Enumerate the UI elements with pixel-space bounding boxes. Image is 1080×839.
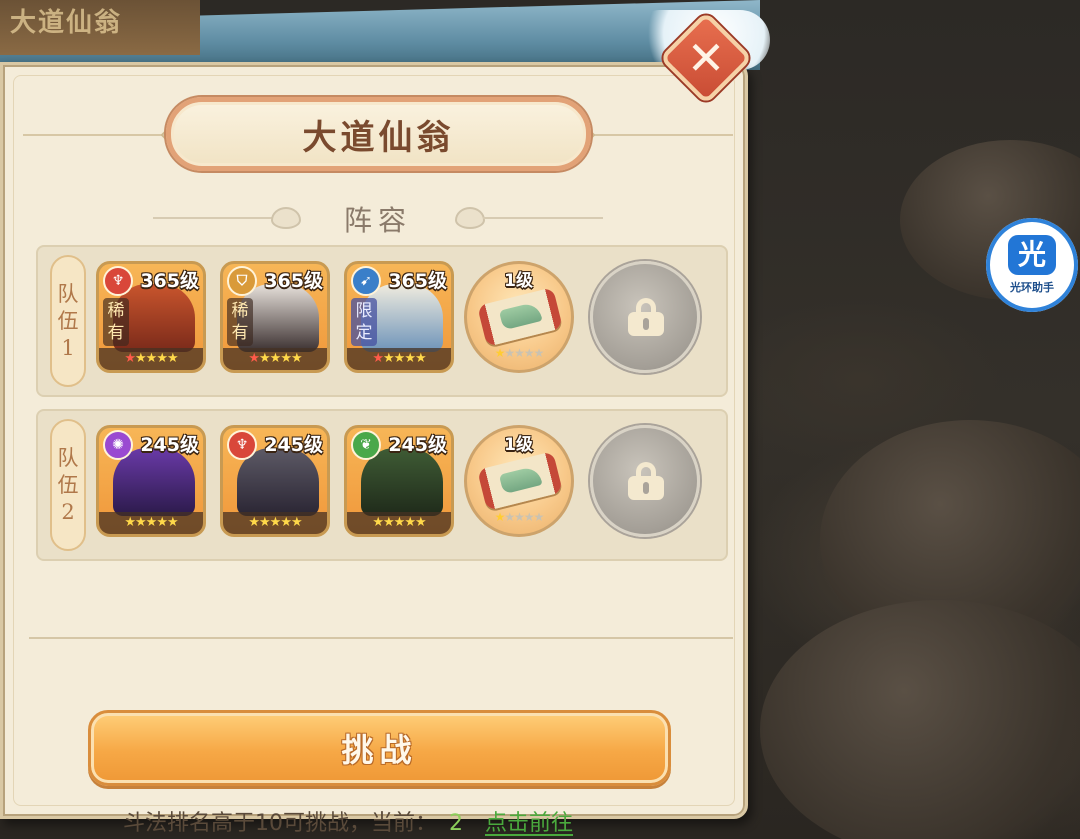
close-x-icon: ✕ bbox=[686, 31, 726, 85]
team-tag-char: 队 bbox=[57, 281, 79, 306]
hero-slot[interactable]: ♆ 245级 ★★★★★ bbox=[220, 425, 330, 537]
star-rating: ★★★★★ bbox=[223, 512, 327, 534]
requirement-text: 斗法排名高于10可挑战，当前： bbox=[123, 811, 437, 836]
star-rating: ★★★★★ bbox=[99, 348, 203, 370]
hero-slot[interactable]: ⛉ 365级 稀有 ★★★★★ bbox=[220, 261, 330, 373]
star-rating: ★★★★★ bbox=[223, 348, 327, 370]
title-line-right bbox=[583, 134, 733, 136]
go-to-link[interactable]: 点击前往 bbox=[485, 811, 573, 836]
background-banner-text: 大道仙翁 bbox=[10, 8, 123, 38]
challenge-button[interactable]: 挑战 bbox=[88, 710, 671, 786]
scroll-artifact-icon bbox=[477, 287, 563, 347]
lineup-dialog: 大道仙翁 阵容 队 伍 1 ♆ 365级 稀有 ★★★★★ ⛉ 365级 稀有 … bbox=[0, 62, 748, 836]
team-tag-number: 2 bbox=[61, 499, 75, 524]
floating-assistant-button[interactable]: 光 光环助手 bbox=[986, 218, 1078, 312]
assistant-logo-icon: 光 bbox=[1008, 235, 1056, 275]
star-rating: ★★★★★ bbox=[494, 346, 545, 360]
lock-icon bbox=[628, 298, 664, 336]
section-title: 阵容 bbox=[343, 204, 412, 237]
bow-element-icon: ➹ bbox=[351, 266, 381, 296]
scroll-artifact-icon bbox=[477, 451, 563, 511]
hero-slot[interactable]: ✺ 245级 ★★★★★ bbox=[96, 425, 206, 537]
shield-element-icon: ⛉ bbox=[227, 266, 257, 296]
artifact-slot[interactable]: 1级 ★★★★★ bbox=[464, 425, 574, 537]
locked-slot[interactable] bbox=[590, 261, 700, 373]
locked-slot[interactable] bbox=[590, 425, 700, 537]
hero-portrait bbox=[237, 448, 319, 516]
hero-level: 245级 bbox=[264, 434, 323, 456]
rarity-badge: 稀有 bbox=[227, 298, 253, 346]
team-tag-char: 伍 bbox=[57, 472, 79, 497]
star-rating: ★★★★★ bbox=[494, 510, 545, 524]
team-row-1: 队 伍 1 ♆ 365级 稀有 ★★★★★ ⛉ 365级 稀有 ★★★★★ ➹ … bbox=[36, 245, 728, 397]
section-header: 阵容 bbox=[153, 197, 603, 241]
hero-level: 245级 bbox=[388, 434, 447, 456]
hero-level: 365级 bbox=[264, 270, 323, 292]
hero-level: 365级 bbox=[140, 270, 199, 292]
artifact-slot[interactable]: 1级 ★★★★★ bbox=[464, 261, 574, 373]
team-tag-number: 1 bbox=[61, 335, 75, 360]
hero-slot[interactable]: ❦ 245级 ★★★★★ bbox=[344, 425, 454, 537]
team-tag-char: 队 bbox=[57, 445, 79, 470]
limited-badge: 限定 bbox=[351, 298, 377, 346]
magic-element-icon: ✺ bbox=[103, 430, 133, 460]
dialog-title: 大道仙翁 bbox=[302, 117, 455, 158]
rarity-badge: 稀有 bbox=[103, 298, 129, 346]
subtitle-line-right bbox=[483, 217, 603, 219]
artifact-level: 1级 bbox=[504, 435, 533, 455]
hero-level: 245级 bbox=[140, 434, 199, 456]
title-line-left bbox=[23, 134, 173, 136]
background-banner: 大道仙翁 bbox=[0, 0, 200, 55]
lock-icon bbox=[628, 462, 664, 500]
title-plate: 大道仙翁 bbox=[166, 97, 591, 171]
hero-slot[interactable]: ♆ 365级 稀有 ★★★★★ bbox=[96, 261, 206, 373]
star-rating: ★★★★★ bbox=[99, 512, 203, 534]
hero-portrait bbox=[113, 448, 195, 516]
current-rank-value: 2 bbox=[449, 811, 463, 836]
fire-element-icon: ♆ bbox=[103, 266, 133, 296]
requirement-line: 斗法排名高于10可挑战，当前： 2 点击前往 bbox=[123, 805, 573, 839]
artifact-level: 1级 bbox=[504, 271, 533, 291]
star-rating: ★★★★★ bbox=[347, 512, 451, 534]
divider bbox=[29, 637, 733, 639]
team-tag: 队 伍 2 bbox=[50, 419, 86, 551]
team-tag: 队 伍 1 bbox=[50, 255, 86, 387]
team-row-2: 队 伍 2 ✺ 245级 ★★★★★ ♆ 245级 ★★★★★ ❦ 245级 ★… bbox=[36, 409, 728, 561]
hero-portrait bbox=[361, 448, 443, 516]
hero-slot[interactable]: ➹ 365级 限定 ★★★★★ bbox=[344, 261, 454, 373]
assistant-label: 光环助手 bbox=[1010, 281, 1054, 294]
cloud-ornament-icon bbox=[455, 207, 485, 229]
star-rating: ★★★★★ bbox=[347, 348, 451, 370]
team-tag-char: 伍 bbox=[57, 308, 79, 333]
title-banner: 大道仙翁 bbox=[23, 95, 733, 175]
hero-level: 365级 bbox=[388, 270, 447, 292]
fire-element-icon: ♆ bbox=[227, 430, 257, 460]
nature-element-icon: ❦ bbox=[351, 430, 381, 460]
challenge-button-label: 挑战 bbox=[341, 731, 418, 769]
